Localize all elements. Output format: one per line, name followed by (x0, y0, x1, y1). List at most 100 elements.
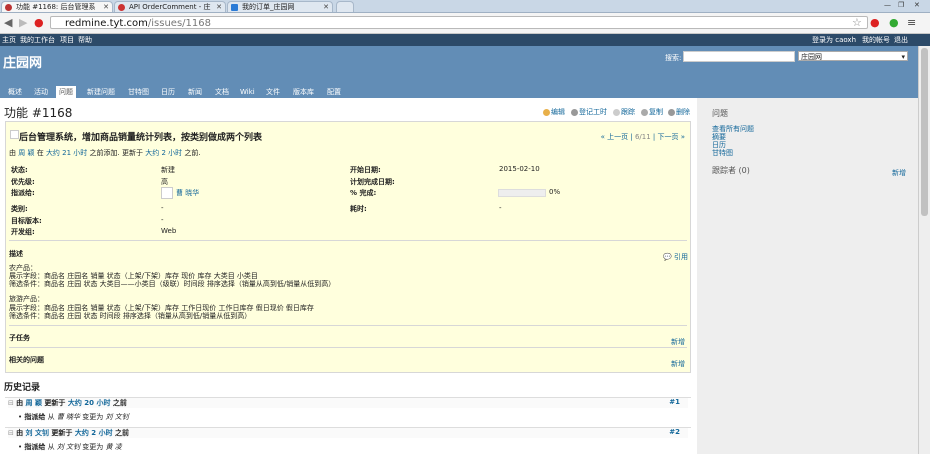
project-jump-select[interactable]: 庄园网 ▾ (798, 51, 908, 61)
tab-documents[interactable]: 文档 (215, 86, 229, 98)
watch-label: 跟踪 (621, 108, 635, 116)
add-watcher-link[interactable]: 新增 (892, 168, 906, 178)
log-time-label: 登记工时 (579, 108, 607, 116)
spent-time-value: - (499, 204, 502, 212)
category-value: - (161, 204, 164, 212)
browser-tab-3[interactable]: 我的订单_庄园网 ✕ (227, 1, 333, 12)
log-time-link[interactable]: 登记工时 (571, 107, 607, 117)
tab-files[interactable]: 文件 (266, 86, 280, 98)
main-menu: 概述 活动 问题 新建问题 甘特图 日历 新闻 文档 Wiki 文件 版本库 配… (0, 86, 918, 98)
browser-tab-2[interactable]: API OrderComment - 庄 ✕ (114, 1, 226, 12)
assignee-link[interactable]: 曹 晓华 (176, 188, 199, 198)
journal-user-link[interactable]: 周 颖 (26, 399, 42, 407)
journal-number-link[interactable]: #2 (669, 428, 680, 436)
sidebar-item-gantt[interactable]: 甘特图 (712, 148, 733, 158)
priority-value: 高 (161, 178, 168, 186)
tab-repository[interactable]: 版本库 (293, 86, 314, 98)
top-menu-home[interactable]: 主页 (2, 34, 16, 46)
browser-toolbar: ◀ ▶ ● redmine.tyt.com/issues/1168 ☆ ● ● … (0, 13, 930, 34)
add-relation-link[interactable]: 新增 (671, 359, 685, 369)
top-menu-projects[interactable]: 项目 (60, 34, 74, 46)
bookmark-star-icon[interactable]: ☆ (852, 16, 862, 29)
copy-label: 复制 (649, 108, 663, 116)
close-window-icon[interactable]: ✕ (914, 1, 920, 9)
redmine-favicon-icon (5, 4, 12, 11)
updated-ago-link[interactable]: 大约 2 小时 (145, 149, 182, 157)
issue-details: 后台管理系统，增加商品销量统计列表，按类别做成两个列表 « 上一页 | 6/11… (5, 121, 691, 373)
issue-title: 功能 #1168 (4, 106, 73, 120)
page-scrollbar[interactable] (918, 46, 930, 454)
copy-link[interactable]: 复制 (641, 107, 663, 117)
author-link[interactable]: 周 颖 (18, 149, 34, 157)
journal-updated: 更新于 (51, 429, 73, 437)
divider (9, 325, 687, 326)
edit-link[interactable]: 编辑 (543, 107, 565, 117)
divider (9, 240, 687, 241)
api-favicon-icon (118, 4, 125, 11)
top-menu-logout[interactable]: 退出 (894, 34, 908, 46)
new-tab-button[interactable] (336, 1, 354, 12)
assignee-label: 指派给: (11, 189, 35, 197)
quote-link[interactable]: 💬 引用 (663, 252, 688, 262)
tab-wiki[interactable]: Wiki (240, 86, 255, 98)
related-issues-heading: 相关的问题 (9, 356, 44, 364)
delete-label: 删除 (676, 108, 690, 116)
add-subtask-link[interactable]: 新增 (671, 337, 685, 347)
collapse-icon[interactable]: ⊟ (8, 429, 14, 437)
divider (9, 347, 687, 348)
added-ago-link[interactable]: 大约 21 小时 (46, 149, 87, 157)
stop-icon[interactable]: ● (34, 16, 44, 29)
top-menu-help[interactable]: 帮助 (78, 34, 92, 46)
detail-new-value: 黄 凌 (105, 443, 122, 451)
history-heading: 历史记录 (4, 383, 41, 393)
version-label: 目标版本: (11, 217, 42, 225)
tab-issues[interactable]: 问题 (56, 86, 76, 98)
journal-time-link[interactable]: 大约 2 小时 (75, 429, 113, 437)
back-icon[interactable]: ◀ (4, 16, 12, 29)
forward-icon[interactable]: ▶ (19, 16, 27, 29)
tab-new-issue[interactable]: 新建问题 (87, 86, 115, 98)
close-tab-icon[interactable]: ✕ (103, 2, 109, 12)
maximize-icon[interactable]: ❐ (898, 1, 904, 9)
address-bar[interactable]: redmine.tyt.com/issues/1168 (50, 16, 868, 29)
issue-author-line: 由 周 颖 在 大约 21 小时 之前添加. 更新于 大约 2 小时 之前. (9, 148, 201, 158)
watch-link[interactable]: 跟踪 (613, 107, 635, 117)
search-input[interactable] (683, 51, 795, 62)
delete-link[interactable]: 删除 (668, 107, 690, 117)
logged-in-as: 登录为 caoxh (812, 36, 857, 44)
category-label: 类别: (11, 205, 28, 213)
scrollbar-thumb[interactable] (921, 48, 928, 216)
tab-gantt[interactable]: 甘特图 (128, 86, 149, 98)
tab-news[interactable]: 新闻 (188, 86, 202, 98)
journal-number-link[interactable]: #1 (669, 398, 680, 406)
next-issue-link[interactable]: 下一页 » (657, 133, 685, 141)
issue-pagination: « 上一页 | 6/11 | 下一页 » (600, 133, 685, 141)
collapse-icon[interactable]: ⊟ (8, 399, 14, 407)
journal-time-link[interactable]: 大约 20 小时 (68, 399, 111, 407)
journal-user-link[interactable]: 刘 文钊 (26, 429, 49, 437)
adblock-icon[interactable]: ● (870, 16, 880, 29)
browser-tab-bar: 功能 #1168: 后台管理系 ✕ API OrderComment - 庄 ✕… (0, 0, 930, 13)
spent-time-label: 耗时: (350, 205, 367, 213)
top-menu-my-page[interactable]: 我的工作台 (20, 34, 55, 46)
issue-subject: 后台管理系统，增加商品销量统计列表，按类别做成两个列表 (19, 133, 263, 143)
top-menu-my-account[interactable]: 我的帐号 (862, 34, 890, 46)
prev-issue-link[interactable]: « 上一页 (601, 133, 629, 141)
minimize-icon[interactable]: — (884, 1, 891, 9)
tab-activity[interactable]: 活动 (34, 86, 48, 98)
tab-calendar[interactable]: 日历 (161, 86, 175, 98)
tab-settings[interactable]: 配置 (327, 86, 341, 98)
trash-icon (668, 108, 675, 116)
due-date-label: 计划完成日期: (350, 178, 395, 186)
status-value: 新建 (161, 166, 175, 174)
browser-tab-1[interactable]: 功能 #1168: 后台管理系 ✕ (1, 1, 113, 12)
extension-icon[interactable]: ● (889, 16, 899, 29)
detail-field: 指派给 (24, 443, 46, 451)
updated-suffix: 之前. (184, 149, 201, 157)
close-tab-icon[interactable]: ✕ (323, 2, 329, 12)
close-tab-icon[interactable]: ✕ (216, 2, 222, 12)
tab-overview[interactable]: 概述 (8, 86, 22, 98)
subtasks-heading: 子任务 (9, 334, 30, 342)
done-ratio-label: % 完成: (350, 189, 377, 197)
menu-icon[interactable]: ≡ (907, 16, 916, 29)
